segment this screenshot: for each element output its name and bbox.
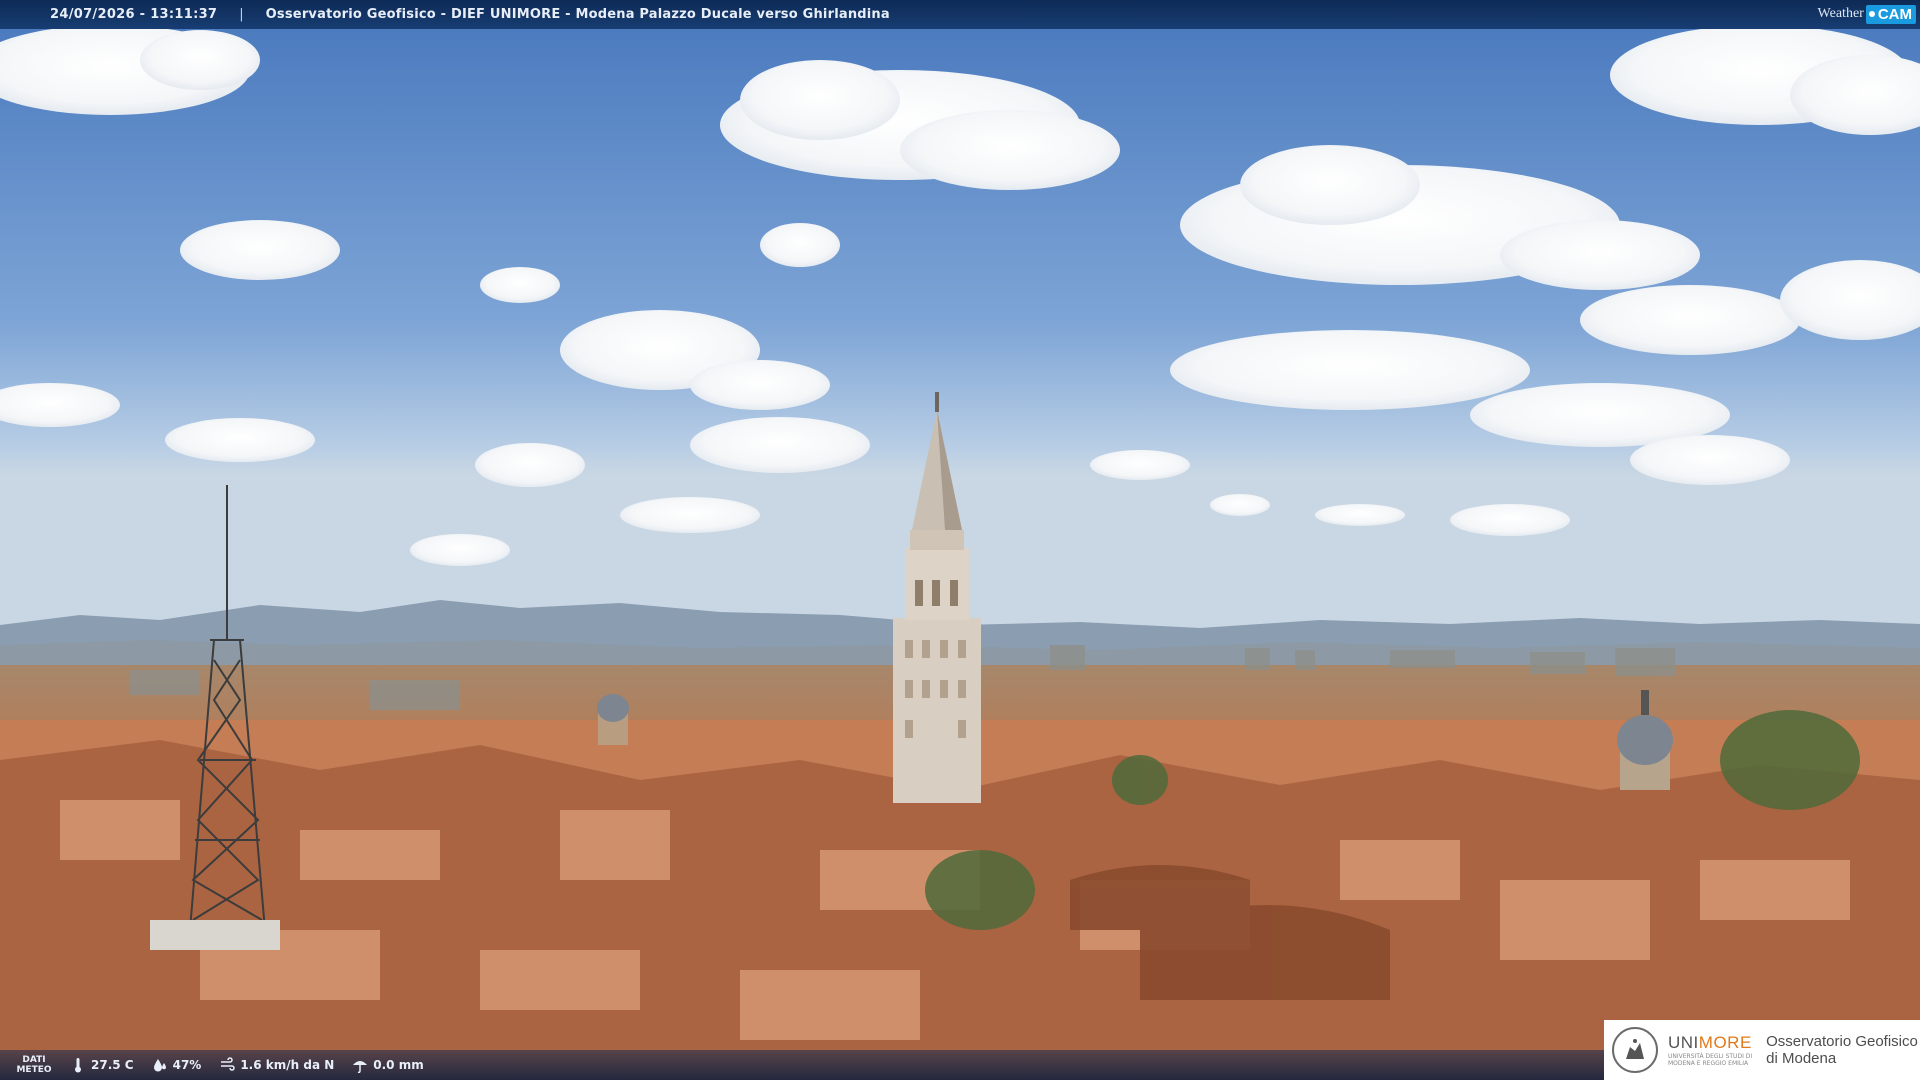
humidity-item: 47% [152, 1057, 202, 1073]
weather-label-line2: METEO [16, 1065, 52, 1075]
observatory-name-line1: Osservatorio Geofisico [1766, 1033, 1918, 1050]
unimore-name-part2: MORE [1698, 1033, 1752, 1052]
unimore-name: UNIMORE [1668, 1033, 1752, 1053]
logo-weather-text: Weather [1817, 6, 1864, 21]
unimore-logo-panel: UNIMORE UNIVERSITÀ DEGLI STUDI DI MODENA… [1604, 1020, 1920, 1080]
wind-icon [219, 1057, 236, 1073]
rain-item: 0.0 mm [352, 1057, 424, 1073]
timestamp: 24/07/2026 - 13:11:37 [50, 7, 218, 22]
observatory-name-line2: di Modena [1766, 1050, 1837, 1067]
humidity-value: 47% [172, 1058, 202, 1072]
unimore-name-part1: UNI [1668, 1033, 1699, 1052]
temperature-value: 27.5 C [91, 1058, 134, 1072]
webcam-scene [0, 0, 1920, 1080]
unimore-brand: UNIMORE UNIVERSITÀ DEGLI STUDI DI MODENA… [1668, 1033, 1752, 1067]
dome-left [597, 694, 629, 745]
header-separator: | [239, 7, 244, 22]
antenna-base [150, 920, 280, 950]
wind-item: 1.6 km/h da N [219, 1057, 334, 1073]
humidity-icon [152, 1057, 168, 1073]
camera-title: Osservatorio Geofisico - DIEF UNIMORE - … [265, 7, 890, 22]
university-seal-icon [1612, 1027, 1658, 1073]
logo-cam-text: CAM [1865, 4, 1916, 24]
thermometer-icon [70, 1057, 86, 1073]
unimore-fullname-line1: UNIVERSITÀ DEGLI STUDI DI [1668, 1053, 1753, 1060]
unimore-fullname-line2: MODENA E REGGIO EMILIA [1668, 1060, 1749, 1067]
weathercam-logo: Weather CAM [1818, 3, 1916, 25]
weather-data-label: DATI METEO [16, 1055, 52, 1075]
observatory-name: Osservatorio Geofisico di Modena [1766, 1033, 1918, 1067]
rain-value: 0.0 mm [373, 1058, 424, 1072]
weather-label-line1: DATI [22, 1055, 46, 1065]
wind-value: 1.6 km/h da N [240, 1058, 335, 1072]
temperature-item: 27.5 C [70, 1057, 134, 1073]
header-bar: 24/07/2026 - 13:11:37 | Osservatorio Geo… [0, 0, 1920, 29]
rain-icon [352, 1057, 368, 1073]
